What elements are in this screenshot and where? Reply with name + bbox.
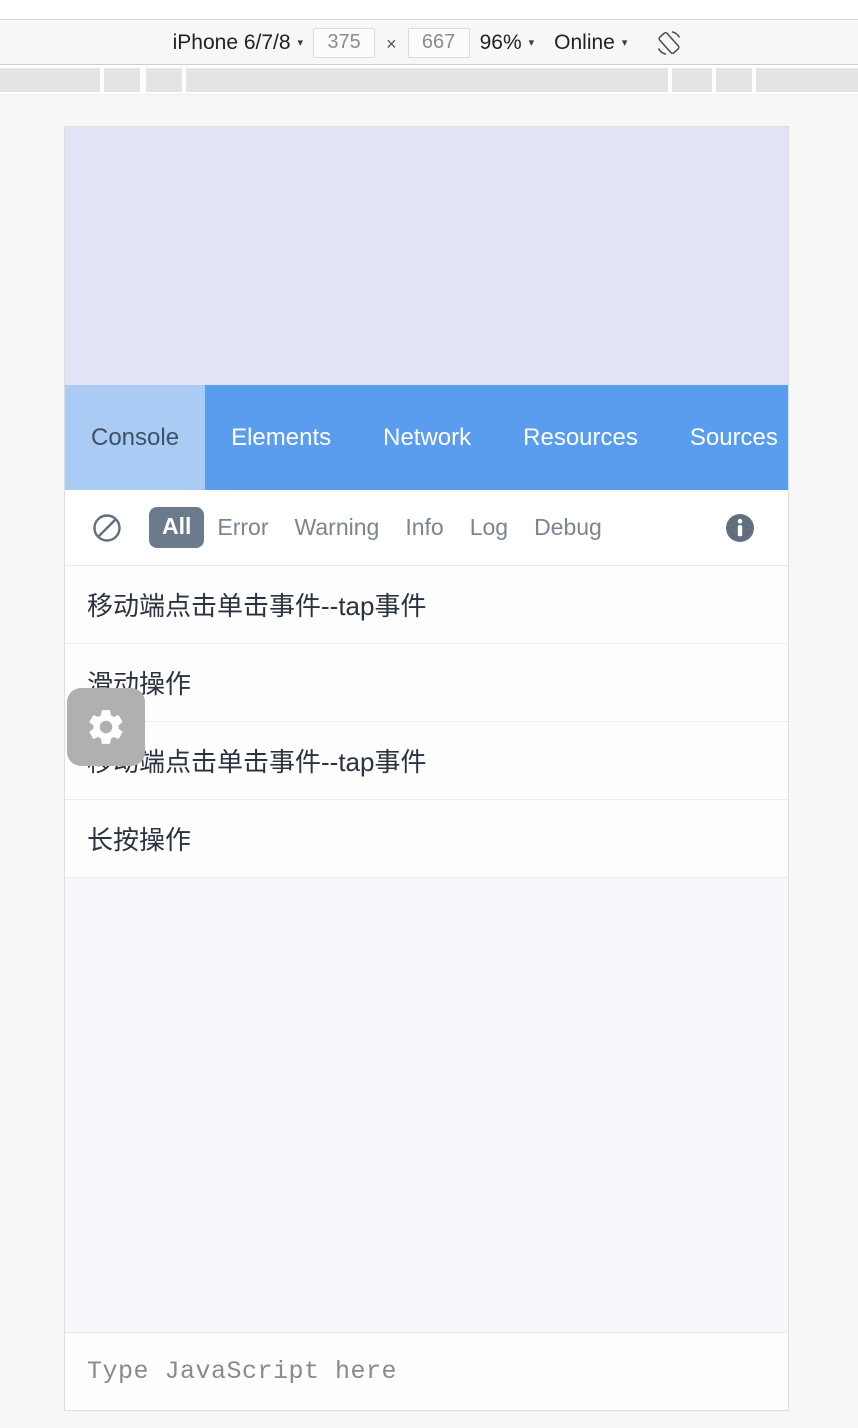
tab-label: Sources <box>689 423 778 451</box>
emulation-canvas: Console Elements Network Resources Sources In… <box>0 95 858 1428</box>
console-filter-warning[interactable]: Warning <box>282 514 393 541</box>
console-filter-debug[interactable]: Debug <box>521 514 615 541</box>
device-frame: Console Elements Network Resources Sources In… <box>64 126 789 1411</box>
inline-debugger-panel: Console Elements Network Resources Sources In… <box>65 385 788 1410</box>
tab-label: Elements <box>231 423 332 451</box>
console-filter-info[interactable]: Info <box>392 514 456 541</box>
dimension-separator: × <box>386 34 397 54</box>
throttling-selector-label: Online <box>554 30 615 54</box>
console-info-button[interactable] <box>722 510 758 546</box>
console-log-row[interactable]: 滑动操作 <box>65 644 788 722</box>
device-toolbar: iPhone 6/7/8 ▾ × 96% ▾ Online ▾ <box>0 21 858 65</box>
media-query-segment[interactable] <box>672 68 712 92</box>
clear-console-button[interactable] <box>87 508 127 548</box>
viewport-height-input[interactable] <box>407 27 470 58</box>
media-query-segment[interactable] <box>0 68 100 92</box>
dimension-group: × <box>313 27 470 58</box>
console-log-list: 移动端点击单击事件--tap事件 滑动操作 移动端点击单击事件--tap事件 长按操作 <box>65 566 788 878</box>
tab-resources[interactable]: Resources <box>497 385 664 490</box>
media-query-segment[interactable] <box>146 68 182 92</box>
js-prompt-bar <box>65 1332 788 1410</box>
device-selector-label: iPhone 6/7/8 <box>172 30 291 54</box>
chevron-down-icon: ▾ <box>621 37 628 49</box>
js-prompt-input[interactable] <box>87 1357 766 1386</box>
console-log-row[interactable]: 长按操作 <box>65 800 788 878</box>
tab-elements[interactable]: Elements <box>205 385 357 490</box>
tab-label: Resources <box>523 423 638 451</box>
console-log-text: 移动端点击单击事件--tap事件 <box>87 591 427 621</box>
window-top-strip <box>0 0 858 20</box>
media-query-bar[interactable] <box>0 66 858 95</box>
debugger-settings-button[interactable] <box>67 688 145 766</box>
clear-console-icon <box>93 513 121 542</box>
page-viewport[interactable] <box>65 127 788 385</box>
console-filter-error[interactable]: Error <box>204 514 281 541</box>
console-log-row[interactable]: 移动端点击单击事件--tap事件 <box>65 722 788 800</box>
media-query-segment[interactable] <box>104 68 140 92</box>
console-log-row[interactable]: 移动端点击单击事件--tap事件 <box>65 566 788 644</box>
info-circle-icon <box>726 513 754 542</box>
viewport-width-input[interactable] <box>313 27 376 58</box>
console-log-text: 长按操作 <box>87 825 192 855</box>
console-filter-log[interactable]: Log <box>457 514 521 541</box>
media-query-segment[interactable] <box>186 68 668 92</box>
tab-label: Console <box>91 423 180 451</box>
rotate-device-icon <box>658 30 681 55</box>
zoom-selector[interactable]: 96% ▾ <box>470 31 545 55</box>
console-filter-bar: All Error Warning Info Log Debug <box>65 490 788 566</box>
media-query-segment[interactable] <box>716 68 752 92</box>
tab-label: Network <box>383 423 472 451</box>
device-selector[interactable]: iPhone 6/7/8 ▾ <box>163 31 313 55</box>
zoom-selector-label: 96% <box>479 30 522 54</box>
console-filter-all[interactable]: All <box>149 507 205 548</box>
media-query-segment[interactable] <box>756 68 858 92</box>
tab-sources[interactable]: Sources <box>664 385 788 490</box>
console-output[interactable]: 移动端点击单击事件--tap事件 滑动操作 移动端点击单击事件--tap事件 长按操作 <box>65 566 788 1332</box>
device-emulation-page: iPhone 6/7/8 ▾ × 96% ▾ Online ▾ <box>0 0 858 1428</box>
chevron-down-icon: ▾ <box>297 37 304 49</box>
debugger-tab-bar: ConsoleElementsNetworkResourcesSourcesIn… <box>65 385 788 490</box>
rotate-device-button[interactable] <box>637 29 695 57</box>
throttling-selector[interactable]: Online ▾ <box>544 31 637 55</box>
chevron-down-icon: ▾ <box>528 37 535 49</box>
tab-console[interactable]: Console <box>65 385 206 490</box>
gear-icon <box>89 710 123 744</box>
tab-network[interactable]: Network <box>357 385 497 490</box>
